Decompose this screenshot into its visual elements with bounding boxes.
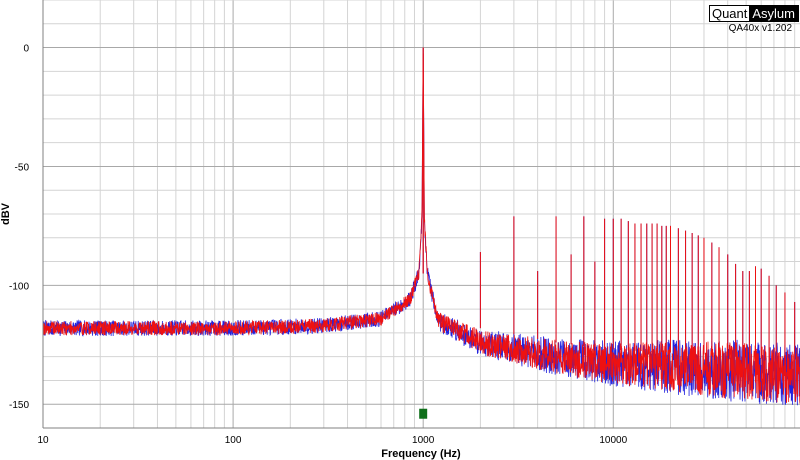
x-tick-label: 10000: [599, 435, 627, 446]
y-axis-label: dBV: [0, 202, 12, 225]
y-tick-label: 0: [23, 44, 29, 55]
x-tick-label: 100: [225, 435, 242, 446]
frequency-marker[interactable]: [419, 408, 428, 419]
x-tick-label: 10: [37, 435, 49, 446]
logo-asylum-text: Asylum: [749, 6, 798, 21]
marker-square: [419, 408, 428, 419]
version-label: QA40x v1.202: [728, 23, 792, 34]
y-tick-label: -50: [15, 162, 30, 173]
x-axis-label: Frequency (Hz): [381, 448, 461, 460]
x-tick-label: 1000: [412, 435, 435, 446]
spectrum-chart: 10 100 1000 10000 0 -50 -100 -150 Frequency (Hz…: [0, 0, 800, 460]
quantasylum-logo: Quant Asylum: [708, 5, 799, 22]
y-tick-label: -100: [9, 281, 29, 292]
logo-quant-text: Quant: [709, 6, 750, 21]
y-tick-label: -150: [9, 400, 29, 411]
